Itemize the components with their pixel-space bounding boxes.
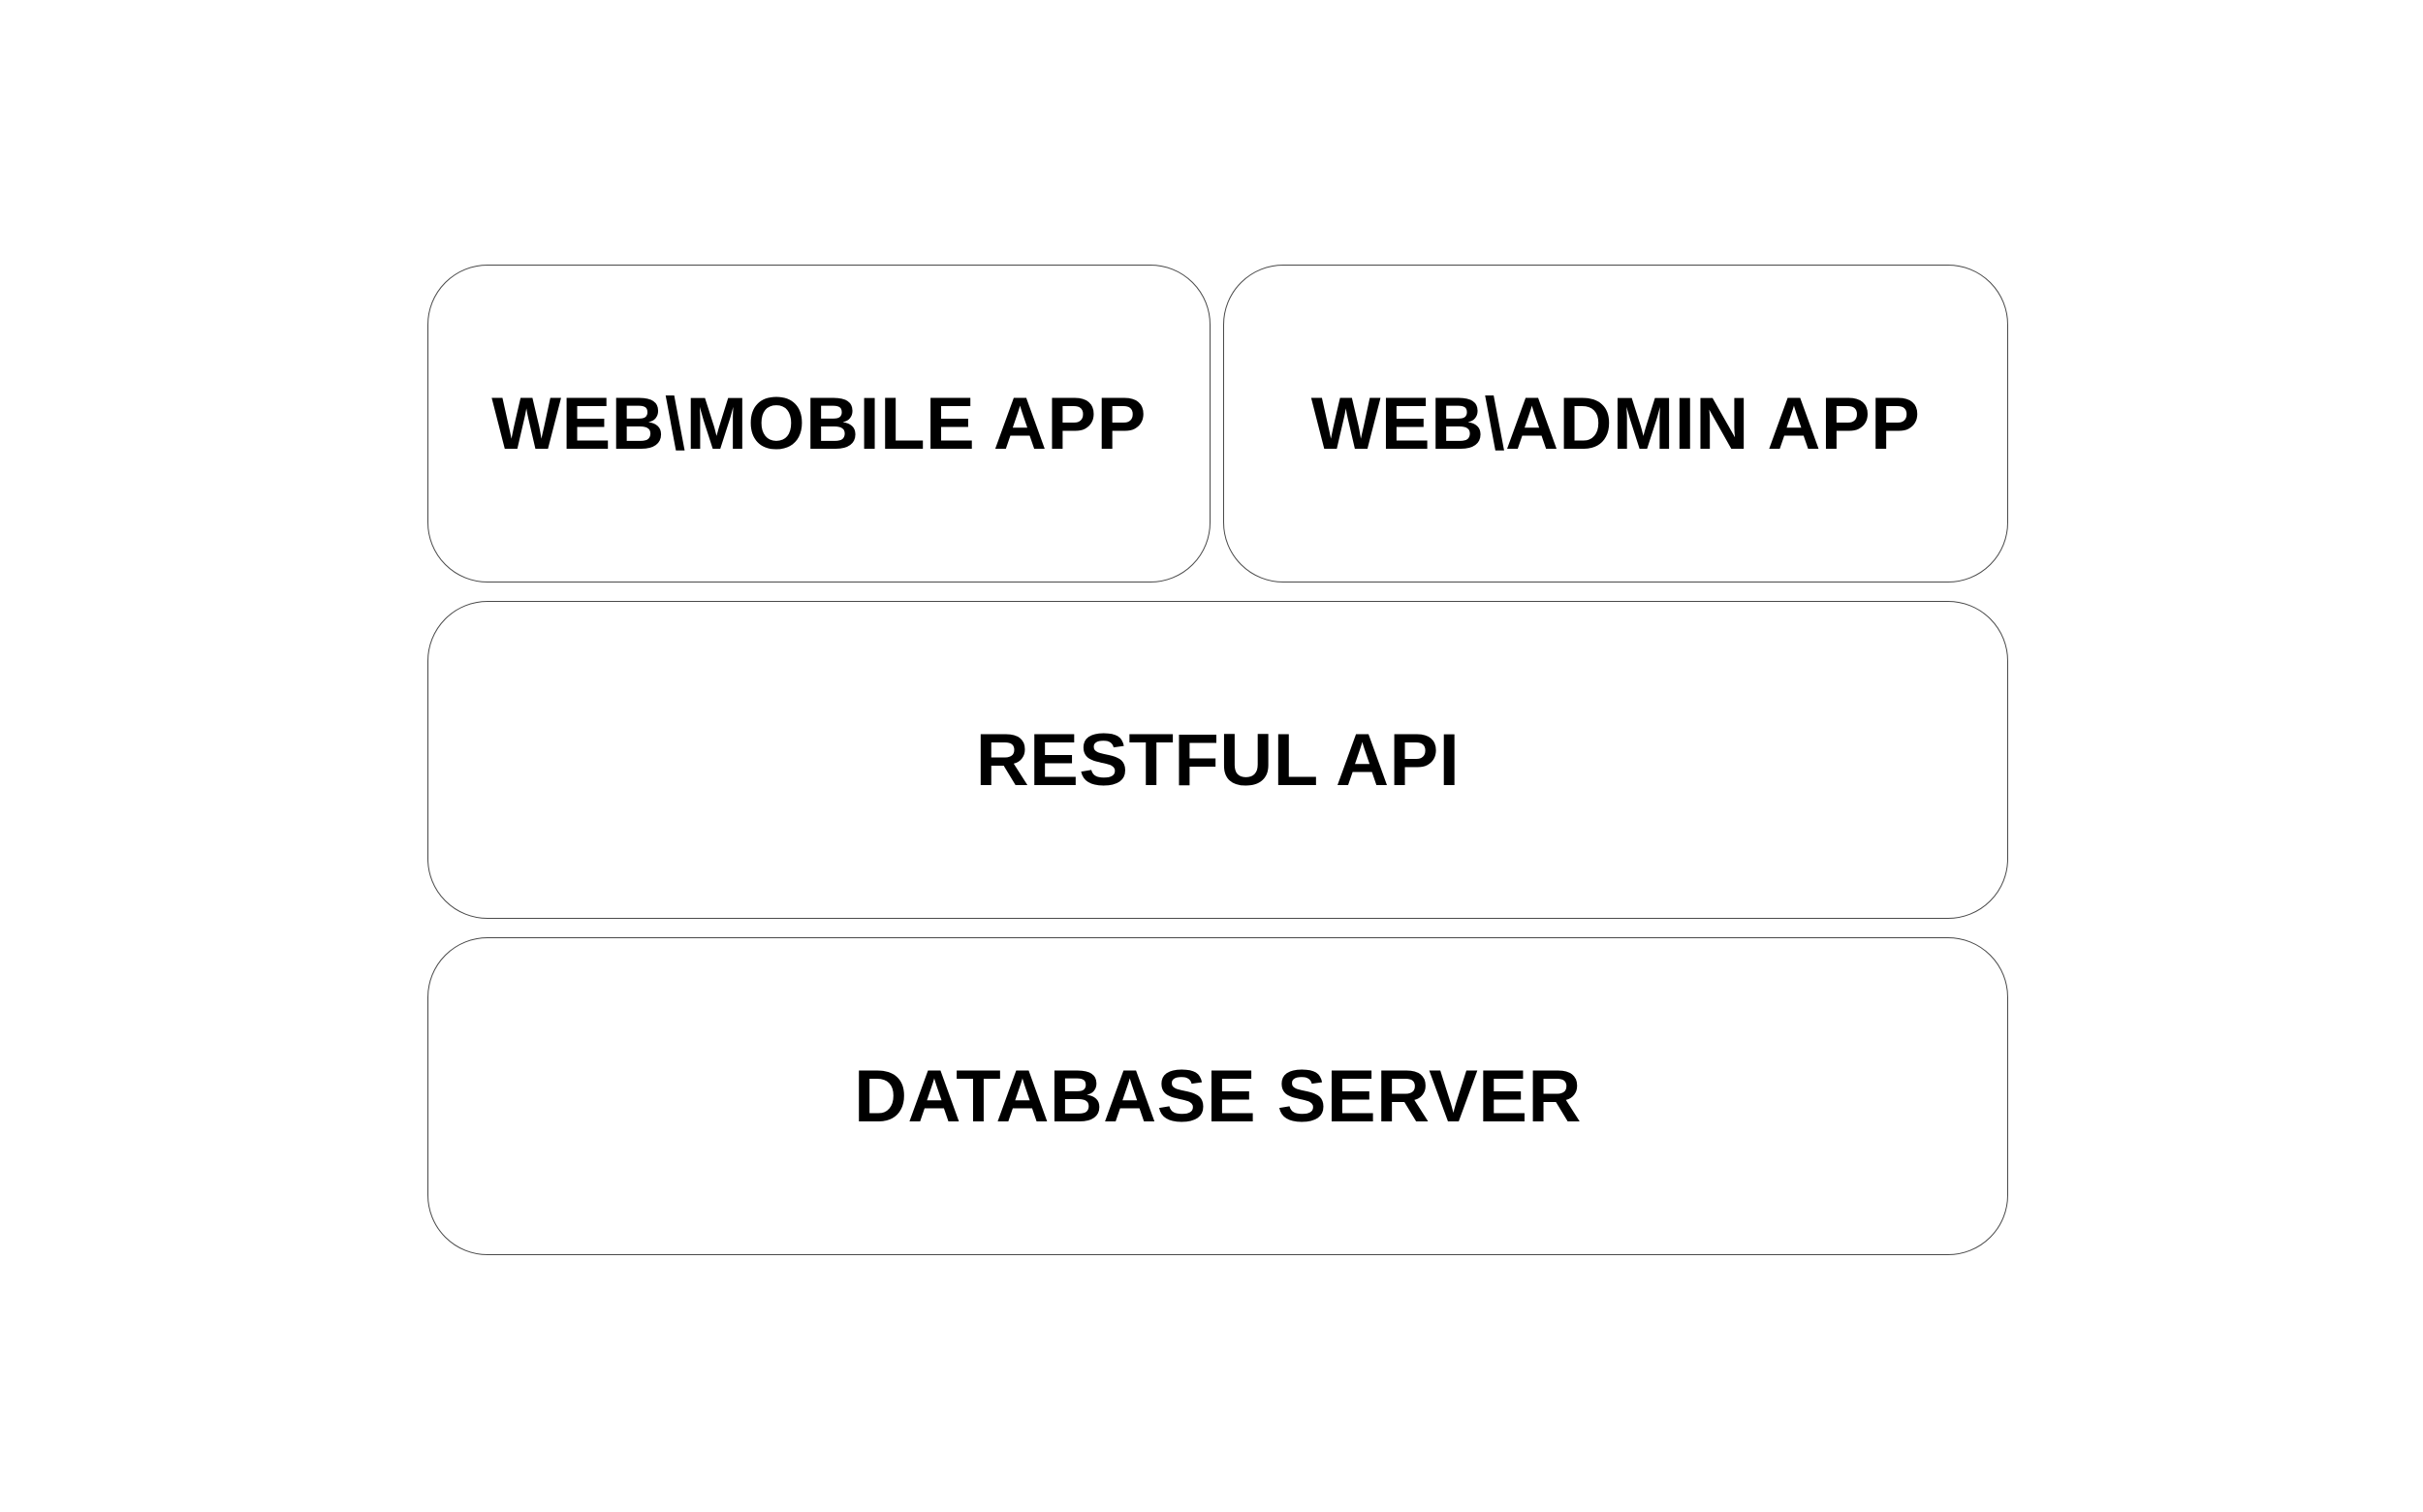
web-admin-app-box: WEB\ADMIN APP <box>1223 265 2008 583</box>
web-mobile-app-label: WEB\MOBILE APP <box>491 382 1147 465</box>
web-admin-app-label: WEB\ADMIN APP <box>1310 382 1921 465</box>
web-mobile-app-box: WEB\MOBILE APP <box>427 265 1211 583</box>
database-server-label: DATABASE SERVER <box>854 1055 1582 1138</box>
database-server-box: DATABASE SERVER <box>427 937 2008 1255</box>
architecture-diagram: WEB\MOBILE APP WEB\ADMIN APP RESTFUL API… <box>0 0 2423 1512</box>
restful-api-box: RESTFUL API <box>427 601 2008 919</box>
restful-api-label: RESTFUL API <box>975 718 1461 802</box>
